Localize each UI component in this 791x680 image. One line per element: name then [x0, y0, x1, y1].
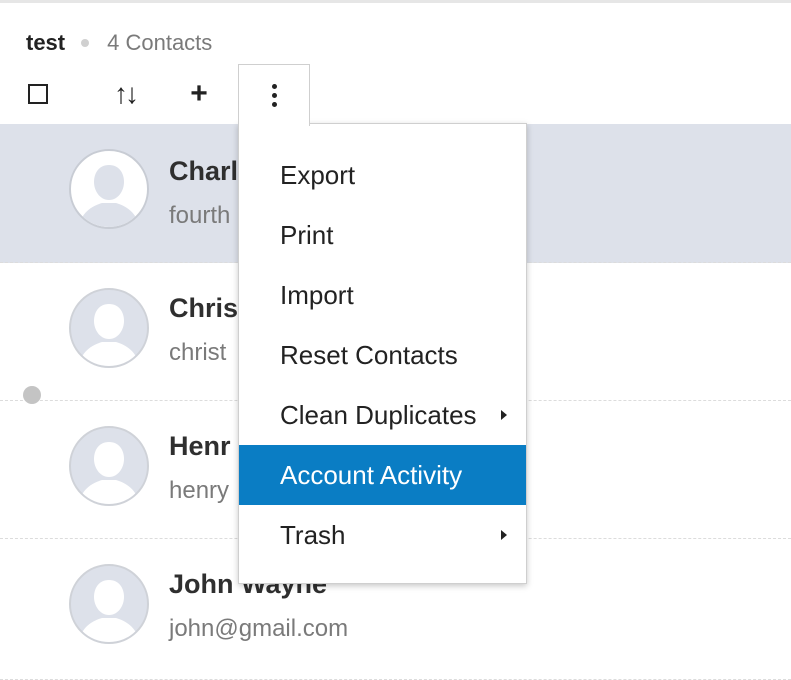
top-border	[0, 0, 791, 3]
menu-item-label: Print	[280, 219, 334, 250]
menu-item-label: Export	[280, 159, 356, 190]
avatar	[69, 426, 149, 506]
contact-name: Chris	[169, 293, 239, 323]
menu-item-label: Reset Contacts	[280, 339, 458, 370]
menu-item-export[interactable]: Export	[239, 145, 526, 205]
menu-item-label: Clean Duplicates	[280, 399, 477, 430]
list-header: test 4 Contacts	[26, 28, 212, 58]
add-contact-button[interactable]: +	[178, 64, 220, 124]
menu-item-reset-contacts[interactable]: Reset Contacts	[239, 325, 526, 385]
avatar	[69, 288, 149, 368]
group-name: test	[26, 30, 66, 55]
person-silhouette-icon	[79, 580, 139, 642]
contact-name: Henr	[169, 431, 231, 461]
person-silhouette-icon	[79, 165, 139, 227]
checkbox-icon	[28, 84, 48, 104]
more-vertical-icon	[271, 82, 277, 109]
chevron-right-icon	[501, 410, 507, 420]
contact-name: Charl	[169, 156, 239, 186]
avatar	[69, 564, 149, 644]
avatar	[69, 149, 149, 229]
person-silhouette-icon	[79, 304, 139, 366]
separator-dot	[81, 39, 90, 47]
menu-item-print[interactable]: Print	[239, 205, 526, 265]
contact-email: henry	[169, 477, 230, 504]
more-actions-menu: Export Print Import Reset Contacts Clean…	[238, 123, 527, 584]
menu-item-label: Import	[280, 279, 354, 310]
chevron-right-icon	[501, 530, 507, 540]
menu-item-trash[interactable]: Trash	[239, 505, 526, 565]
menu-item-clean-duplicates[interactable]: Clean Duplicates	[239, 385, 526, 445]
menu-item-account-activity[interactable]: Account Activity	[239, 445, 526, 505]
sort-icon: ↑↓	[114, 78, 139, 109]
select-all-checkbox[interactable]	[16, 64, 60, 124]
list-toolbar: ↑↓ +	[0, 64, 791, 126]
menu-item-label: Account Activity	[280, 459, 463, 490]
contact-count: 4 Contacts	[107, 30, 213, 55]
person-silhouette-icon	[79, 442, 139, 504]
menu-item-label: Trash	[280, 519, 346, 550]
contact-email: fourth	[169, 202, 231, 229]
plus-icon: +	[190, 77, 208, 110]
sort-button[interactable]: ↑↓	[102, 64, 148, 124]
contact-email: john@gmail.com	[169, 615, 349, 642]
menu-item-import[interactable]: Import	[239, 265, 526, 325]
presence-dot	[23, 386, 41, 404]
contact-email: christ	[169, 339, 227, 366]
more-actions-button[interactable]	[238, 64, 310, 126]
